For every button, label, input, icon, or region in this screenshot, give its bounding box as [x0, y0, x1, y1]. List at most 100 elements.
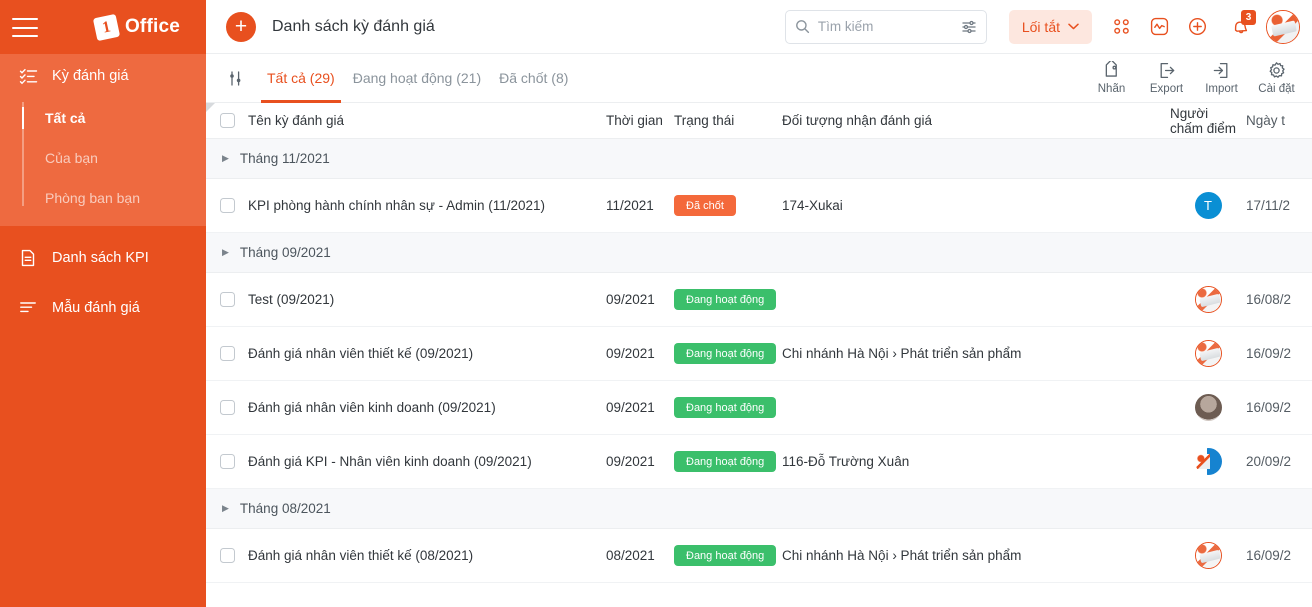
- row-checkbox-cell: [206, 346, 248, 361]
- select-all-checkbox[interactable]: [219, 113, 235, 128]
- cell-date: 20/09/2: [1246, 454, 1292, 469]
- status-badge: Đang hoạt động: [674, 343, 777, 364]
- tab-tat-ca[interactable]: Tất cả (29): [258, 54, 344, 103]
- document-icon: [18, 248, 38, 268]
- column-header-grader[interactable]: Người chấm điểm: [1170, 106, 1246, 136]
- sidebar-subitem-label: Của bạn: [45, 150, 98, 166]
- hamburger-icon[interactable]: [12, 17, 38, 37]
- select-all-checkbox-cell: [206, 113, 248, 128]
- grader-avatar[interactable]: [1194, 286, 1222, 313]
- cell-name[interactable]: Đánh giá nhân viên thiết kế (09/2021): [248, 346, 606, 361]
- sidebar-item-label: Danh sách KPI: [52, 250, 149, 266]
- user-avatar[interactable]: [1266, 9, 1300, 44]
- row-checkbox[interactable]: [219, 548, 235, 563]
- table-row[interactable]: Đánh giá nhân viên thiết kế (09/2021) 09…: [206, 327, 1312, 381]
- group-header-row[interactable]: ▶ Tháng 11/2021: [206, 139, 1312, 179]
- toolbar-button-export[interactable]: Export: [1139, 61, 1194, 95]
- plus-circle-icon[interactable]: [1178, 8, 1216, 46]
- row-checkbox[interactable]: [219, 346, 235, 361]
- sidebar-item-danh-sach-kpi[interactable]: Danh sách KPI: [0, 236, 206, 280]
- filter-settings-icon[interactable]: [224, 67, 246, 89]
- grader-avatar[interactable]: [1194, 448, 1222, 475]
- toolbar-button-import[interactable]: Import: [1194, 61, 1249, 95]
- status-badge: Đã chốt: [674, 195, 736, 216]
- toolbar-button-nhan[interactable]: Nhãn: [1084, 61, 1139, 95]
- sidebar-item-ky-danh-gia[interactable]: Kỳ đánh giá: [0, 54, 206, 98]
- toolbar-label: Import: [1205, 83, 1238, 95]
- sidebar-subitem-phong-ban-ban[interactable]: Phòng ban bạn: [0, 178, 206, 218]
- toolbar-button-cai-dat[interactable]: Cài đặt: [1249, 61, 1304, 95]
- row-checkbox[interactable]: [219, 400, 235, 415]
- group-label: Tháng 09/2021: [239, 245, 331, 260]
- cell-target: Chi nhánh Hà Nội › Phát triển sản phẩm: [782, 548, 1022, 563]
- topbar-actions: Lối tắt: [784, 8, 1300, 46]
- table-row[interactable]: Test (09/2021) 09/2021 Đang hoạt động 16…: [206, 273, 1312, 327]
- shortcut-button[interactable]: Lối tắt: [1008, 9, 1092, 44]
- cell-status: Đang hoạt động: [674, 343, 782, 364]
- chevron-down-icon: [1068, 23, 1079, 30]
- table-row[interactable]: KPI phòng hành chính nhân sự - Admin (11…: [206, 179, 1312, 233]
- table-row[interactable]: Đánh giá nhân viên kinh doanh (09/2021) …: [206, 381, 1312, 435]
- group-label: Tháng 08/2021: [239, 501, 331, 516]
- row-checkbox-cell: [206, 548, 248, 563]
- notification-badge: 3: [1241, 9, 1256, 25]
- tab-label: Tất cả (29): [267, 70, 335, 86]
- app-root: 1 Office Kỳ đánh giá Tất cả Của bạn Phòn…: [0, 0, 1312, 607]
- tab-da-chot[interactable]: Đã chốt (8): [490, 54, 577, 103]
- sidebar-item-mau-danh-gia[interactable]: Mẫu đánh giá: [0, 286, 206, 330]
- status-badge: Đang hoạt động: [674, 289, 777, 310]
- table-row[interactable]: Đánh giá KPI - Nhân viên kinh doanh (09/…: [206, 435, 1312, 489]
- tab-label: Đã chốt (8): [499, 70, 569, 86]
- shortcut-label: Lối tắt: [1021, 18, 1060, 35]
- group-label: Tháng 11/2021: [239, 151, 330, 166]
- column-header-date[interactable]: Ngày t: [1246, 113, 1312, 128]
- topbar: + Danh sách kỳ đánh giá Tìm kiếm Lối tắt…: [206, 0, 1312, 54]
- column-header-status[interactable]: Trạng thái: [674, 113, 782, 128]
- grader-avatar[interactable]: [1194, 340, 1222, 367]
- grader-avatar[interactable]: [1194, 394, 1222, 421]
- sidebar-section-ky-danh-gia: Kỳ đánh giá Tất cả Của bạn Phòng ban bạn: [0, 54, 206, 226]
- row-checkbox[interactable]: [219, 292, 235, 307]
- sidebar: 1 Office Kỳ đánh giá Tất cả Của bạn Phòn…: [0, 0, 206, 607]
- sidebar-subitem-cua-ban[interactable]: Của bạn: [0, 138, 206, 178]
- cell-date: 16/09/2: [1246, 400, 1292, 415]
- cell-date: 17/11/2: [1246, 198, 1291, 213]
- brand-label: Office: [124, 16, 180, 37]
- chevron-right-icon: ▶: [222, 153, 229, 163]
- group-header-row[interactable]: ▶ Tháng 08/2021: [206, 489, 1312, 529]
- apps-grid-icon[interactable]: [1102, 8, 1140, 46]
- cell-name[interactable]: Đánh giá KPI - Nhân viên kinh doanh (09/…: [248, 454, 606, 469]
- sidebar-item-label: Mẫu đánh giá: [52, 300, 140, 316]
- table-row[interactable]: Đánh giá nhân viên thiết kế (08/2021) 08…: [206, 529, 1312, 583]
- cell-name[interactable]: KPI phòng hành chính nhân sự - Admin (11…: [248, 198, 606, 213]
- status-badge: Đang hoạt động: [674, 397, 777, 418]
- notification-bell-icon[interactable]: 3: [1222, 8, 1260, 46]
- activity-chart-icon[interactable]: [1140, 8, 1178, 46]
- cell-date: 16/08/2: [1246, 292, 1292, 307]
- tab-label: Đang hoạt động (21): [352, 70, 482, 86]
- list-lines-icon: [18, 298, 38, 318]
- toolbar-label: Export: [1149, 83, 1184, 95]
- cell-name[interactable]: Test (09/2021): [248, 292, 606, 307]
- group-header-row[interactable]: ▶ Tháng 09/2021: [206, 233, 1312, 273]
- row-checkbox-cell: [206, 198, 248, 213]
- sidebar-subitem-tat-ca[interactable]: Tất cả: [0, 98, 206, 138]
- grader-avatar[interactable]: T: [1194, 192, 1222, 219]
- row-checkbox[interactable]: [219, 198, 235, 213]
- row-checkbox[interactable]: [219, 454, 235, 469]
- cell-grader: [1170, 448, 1246, 475]
- tab-dang-hoat-dong[interactable]: Đang hoạt động (21): [344, 54, 490, 103]
- search-input[interactable]: [817, 19, 953, 34]
- cell-name[interactable]: Đánh giá nhân viên kinh doanh (09/2021): [248, 400, 606, 415]
- column-header-time[interactable]: Thời gian: [606, 113, 674, 128]
- grader-avatar[interactable]: [1194, 542, 1222, 569]
- column-header-name[interactable]: Tên kỳ đánh giá: [248, 113, 606, 128]
- sliders-icon[interactable]: [961, 19, 977, 35]
- cell-name[interactable]: Đánh giá nhân viên thiết kế (08/2021): [248, 548, 606, 563]
- search-box[interactable]: [784, 9, 987, 44]
- sidebar-subitem-label: Tất cả: [45, 110, 86, 126]
- sidebar-header: 1 Office: [0, 0, 206, 54]
- add-button[interactable]: +: [226, 11, 256, 42]
- cell-grader: [1170, 542, 1246, 569]
- column-header-target[interactable]: Đối tượng nhận đánh giá: [782, 113, 1170, 128]
